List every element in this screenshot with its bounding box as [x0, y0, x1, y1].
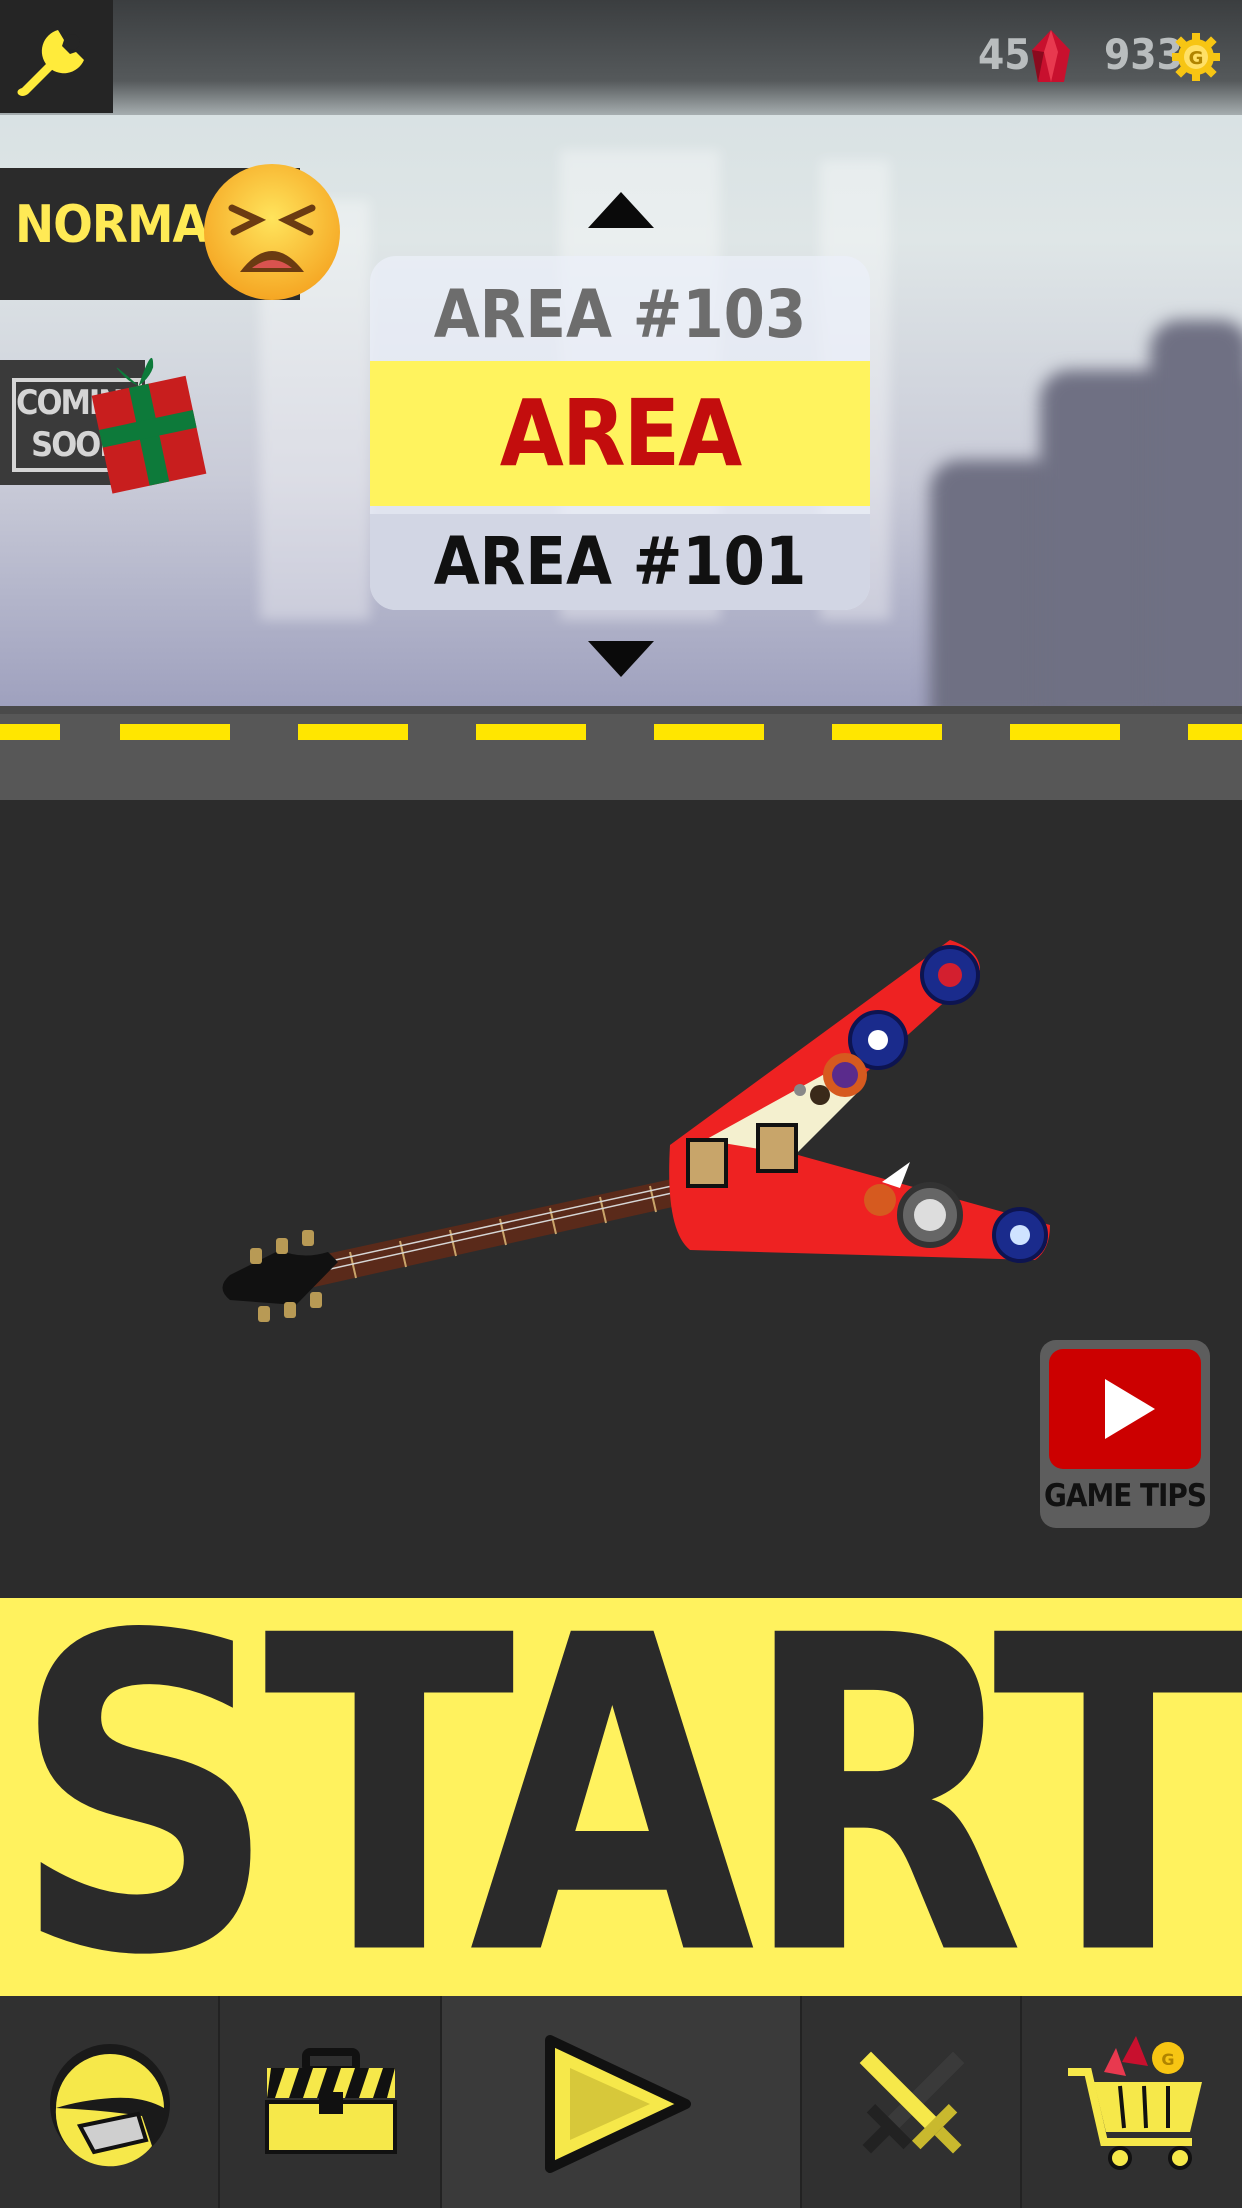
toolbox-icon [265, 2048, 397, 2154]
area-option-above[interactable]: AREA #103 [370, 276, 870, 353]
crossed-swords-icon [859, 2051, 965, 2154]
gem-count: 45 [978, 30, 1031, 79]
settings-button[interactable] [0, 0, 113, 113]
gold-gear-coin-icon: G [1172, 33, 1220, 81]
tired-face-emoji-icon [204, 164, 340, 300]
road [0, 706, 1242, 800]
start-button[interactable]: START [0, 1580, 1242, 2014]
nav-play[interactable] [442, 1996, 802, 2208]
nav-shop[interactable]: G [1022, 1996, 1242, 2208]
game-tips-button[interactable]: GAME TIPS [1040, 1340, 1210, 1528]
nav-helmet[interactable] [0, 1996, 220, 2208]
area-option-selected[interactable]: AREA #102 [370, 361, 870, 610]
play-icon [545, 2035, 691, 2173]
game-tips-label: GAME TIPS [1044, 1478, 1207, 1514]
shopping-cart-icon: G [1068, 2036, 1202, 2170]
video-thumbnail [1049, 1349, 1201, 1469]
guitar-vehicle [222, 940, 1050, 1322]
red-gem-icon [1032, 30, 1070, 82]
start-label: START [11, 1543, 1242, 2051]
helmet-icon [50, 2044, 170, 2167]
scroll-down-arrow-icon[interactable] [588, 641, 654, 677]
nav-battle[interactable] [802, 1996, 1022, 2208]
gift-icon [91, 357, 207, 494]
svg-text:G: G [1161, 2050, 1174, 2069]
area-option-below[interactable]: AREA #101 [370, 514, 870, 610]
area-picker[interactable]: AREA #103 AREA #102 AREA #101 [370, 256, 870, 610]
scroll-up-arrow-icon[interactable] [588, 192, 654, 228]
svg-text:G: G [1189, 48, 1204, 69]
play-triangle-icon [1105, 1379, 1155, 1439]
bottom-nav: G [0, 1996, 1242, 2208]
nav-toolbox[interactable] [220, 1996, 442, 2208]
wrench-icon [17, 30, 84, 96]
